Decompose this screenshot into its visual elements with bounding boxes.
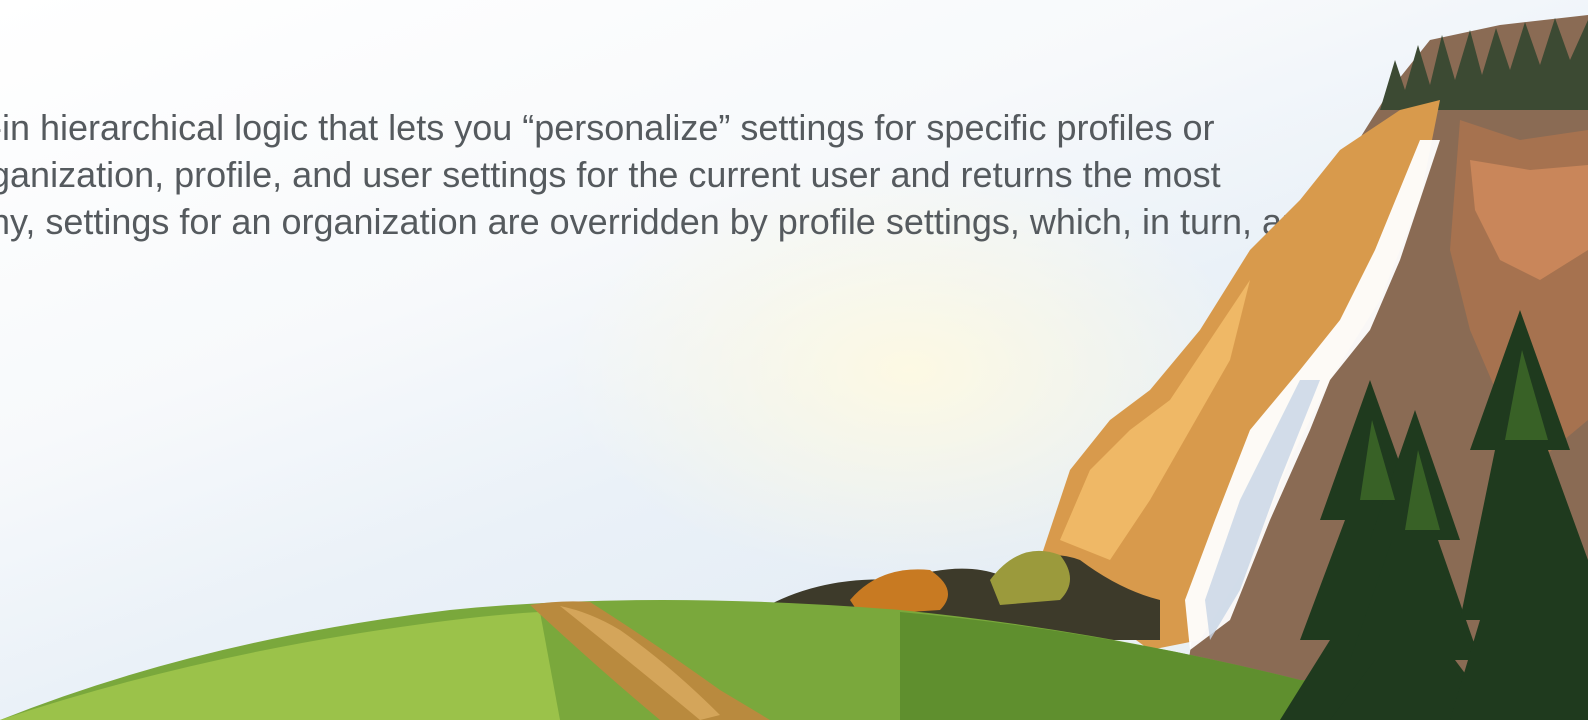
grass-light bbox=[0, 612, 560, 720]
landscape-illustration bbox=[0, 15, 1588, 720]
olive-bush bbox=[990, 550, 1070, 605]
